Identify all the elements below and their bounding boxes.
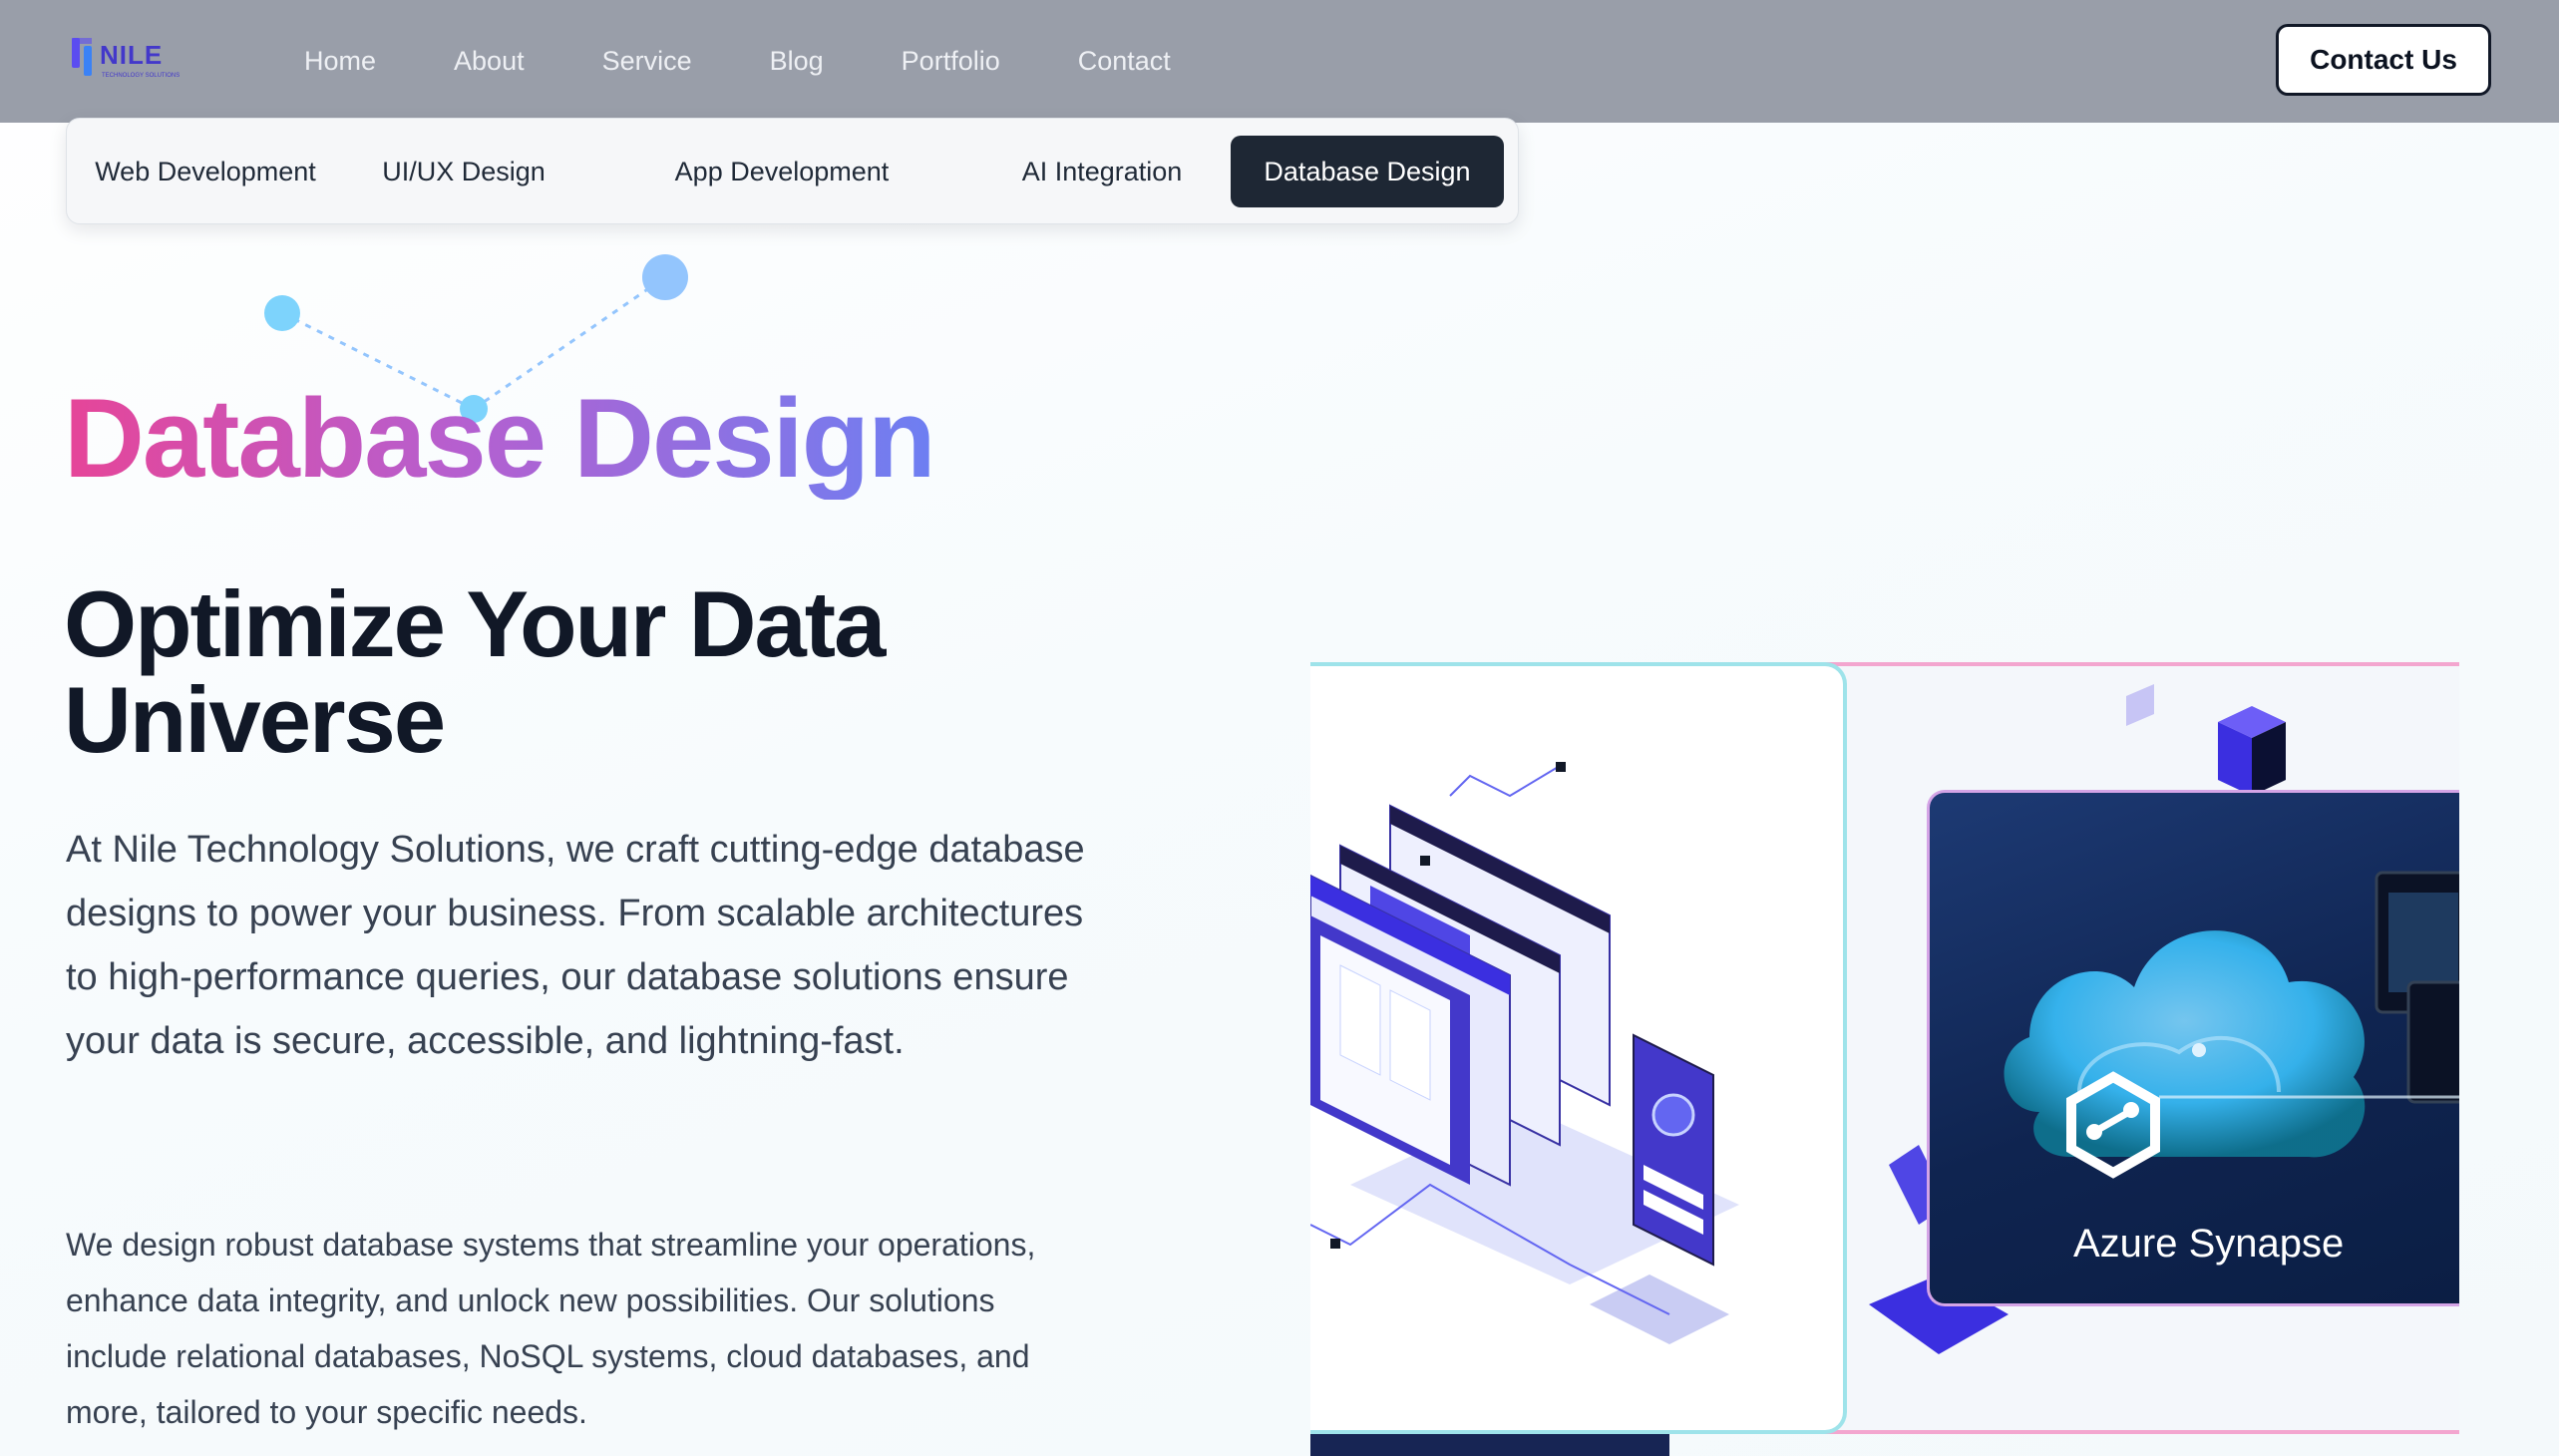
- contact-us-button[interactable]: Contact Us: [2276, 24, 2491, 96]
- service-tabs: Web Development UI/UX Design App Develop…: [66, 118, 1519, 224]
- tab-app-development[interactable]: App Development: [655, 136, 909, 207]
- nav-home[interactable]: Home: [304, 46, 376, 77]
- logo-wordmark: NILE: [100, 40, 163, 70]
- isometric-browser-windows-icon: [1310, 762, 1739, 1344]
- gallery-card-azure-synapse[interactable]: Azure Synapse: [1927, 790, 2459, 1306]
- tab-ai-integration[interactable]: AI Integration: [984, 136, 1220, 207]
- tab-database-design[interactable]: Database Design: [1231, 136, 1504, 207]
- nav-service[interactable]: Service: [602, 46, 692, 77]
- main-nav: Home About Service Blog Portfolio Contac…: [304, 0, 1249, 123]
- nav-blog[interactable]: Blog: [770, 46, 824, 77]
- hero-title: Database Design: [64, 376, 936, 501]
- nav-about[interactable]: About: [454, 46, 525, 77]
- tab-ui-ux-design[interactable]: UI/UX Design: [366, 136, 561, 207]
- hero-subtitle: Optimize Your Data Universe: [64, 571, 886, 772]
- logo-tagline: TECHNOLOGY SOLUTIONS: [102, 73, 180, 79]
- nav-portfolio[interactable]: Portfolio: [902, 46, 1000, 77]
- intro-paragraph: At Nile Technology Solutions, we craft c…: [66, 829, 1085, 1062]
- nile-logo[interactable]: NILE TECHNOLOGY SOLUTIONS: [70, 34, 229, 84]
- azure-synapse-label: Azure Synapse: [2073, 1222, 2345, 1266]
- detail-paragraph: We design robust database systems that s…: [66, 1227, 1036, 1430]
- site-header: NILE TECHNOLOGY SOLUTIONS Home About Ser…: [0, 0, 2559, 123]
- gallery-card-web-illustration[interactable]: [1310, 662, 1847, 1434]
- gallery-card-bottom-preview: [1310, 1434, 1669, 1456]
- nav-contact[interactable]: Contact: [1078, 46, 1171, 77]
- tab-web-development[interactable]: Web Development: [89, 136, 322, 207]
